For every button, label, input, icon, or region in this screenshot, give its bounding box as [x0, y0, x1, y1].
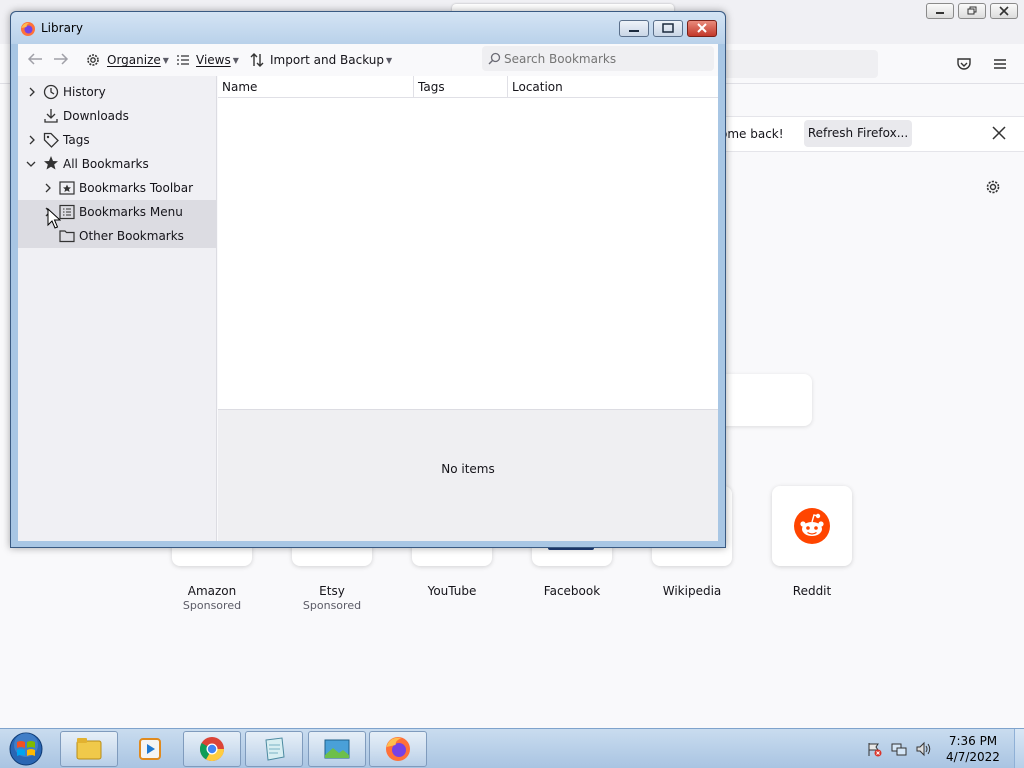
sidebar-item-downloads[interactable]: Downloads	[18, 104, 217, 128]
close-icon[interactable]	[990, 124, 1008, 142]
forward-arrow-icon[interactable]	[53, 52, 69, 66]
download-icon	[44, 109, 58, 123]
site-name: Facebook	[543, 584, 601, 598]
show-desktop-button[interactable]	[1014, 729, 1024, 768]
clock-time: 7:36 PM	[948, 734, 998, 748]
mouse-cursor-icon	[47, 208, 61, 229]
bookmarks-menu-icon	[59, 204, 75, 220]
notification-text: ome back!	[720, 127, 784, 141]
gear-icon[interactable]	[984, 178, 1002, 196]
taskbar-notepad[interactable]	[245, 731, 303, 767]
import-export-arrows-icon	[250, 53, 264, 67]
site-name: Etsy	[319, 584, 345, 598]
menu-hamburger-icon[interactable]	[992, 56, 1008, 72]
column-header-location[interactable]: Location	[508, 76, 718, 98]
notepad-icon	[265, 737, 285, 761]
sidebar-item-label: Downloads	[63, 109, 129, 123]
firefox-icon	[386, 737, 410, 761]
sidebar-item-bookmarks-toolbar[interactable]: Bookmarks Toolbar	[18, 176, 217, 200]
clock-icon	[43, 84, 59, 100]
action-center-flag-icon[interactable]	[866, 741, 882, 757]
back-arrow-icon[interactable]	[27, 52, 43, 66]
chevron-right-icon[interactable]	[27, 135, 37, 145]
library-window: Library Organize ▼ Views ▼ Import and Ba…	[10, 11, 726, 548]
tag-icon	[43, 132, 59, 148]
chevron-down-icon: ▼	[162, 55, 169, 65]
views-label: Views	[196, 53, 231, 67]
firefox-url-bar[interactable]	[700, 50, 878, 78]
bookmarks-toolbar-icon	[59, 181, 75, 195]
network-icon[interactable]	[891, 741, 907, 757]
site-name: Reddit	[792, 584, 832, 598]
refresh-firefox-button[interactable]: Refresh Firefox...	[804, 120, 912, 147]
site-name: YouTube	[427, 584, 477, 598]
library-client: Organize ▼ Views ▼ Import and Backup ▼ S…	[18, 44, 718, 541]
start-button-icon[interactable]	[6, 731, 46, 767]
sidebar-item-label: Tags	[63, 133, 90, 147]
import-backup-menu-button[interactable]: Import and Backup ▼	[250, 51, 392, 69]
details-pane: No items	[218, 409, 718, 541]
sidebar-item-label: History	[63, 85, 106, 99]
sidebar-item-tags[interactable]: Tags	[18, 128, 217, 152]
list-icon	[177, 55, 189, 65]
library-minimize-button[interactable]	[619, 20, 649, 37]
taskbar-explorer[interactable]	[60, 731, 118, 767]
site-sponsored-label: Sponsored	[182, 599, 242, 612]
chevron-down-icon[interactable]	[26, 159, 36, 169]
sidebar-item-label: Bookmarks Toolbar	[79, 181, 194, 195]
taskbar-image-viewer[interactable]	[308, 731, 366, 767]
library-titlebar[interactable]: Library	[11, 12, 725, 44]
reddit-logo-icon	[794, 508, 830, 544]
library-maximize-button[interactable]	[653, 20, 683, 37]
firefox-minimize-button[interactable]	[926, 3, 954, 19]
volume-icon[interactable]	[915, 741, 931, 757]
column-header-tags[interactable]: Tags	[414, 76, 508, 98]
firefox-restore-button[interactable]	[958, 3, 986, 19]
site-name: Amazon	[187, 584, 237, 598]
system-clock[interactable]: 7:36 PM 4/7/2022	[940, 733, 1006, 765]
firefox-close-button[interactable]	[990, 3, 1018, 19]
sidebar-item-history[interactable]: History	[18, 80, 217, 104]
views-menu-button[interactable]: Views ▼	[176, 51, 239, 69]
folder-icon	[59, 230, 75, 243]
sidebar-item-label: All Bookmarks	[63, 157, 149, 171]
search-bookmarks-input[interactable]	[482, 46, 714, 71]
chevron-down-icon: ▼	[232, 55, 239, 65]
pocket-icon[interactable]	[956, 56, 972, 72]
firefox-logo-icon	[21, 22, 35, 36]
top-site-reddit[interactable]: Reddit	[772, 486, 852, 598]
organize-label: Organize	[107, 53, 161, 67]
windows-taskbar: 7:36 PM 4/7/2022	[0, 728, 1024, 768]
sidebar-item-label: Bookmarks Menu	[79, 205, 183, 219]
chevron-right-icon[interactable]	[43, 183, 53, 193]
star-icon	[44, 156, 58, 170]
taskbar-media-player[interactable]	[121, 731, 179, 767]
library-sidebar-tree: History Downloads Tags All Bookmarks Boo…	[18, 76, 217, 541]
search-icon	[488, 52, 501, 65]
site-sponsored-label: Sponsored	[302, 599, 362, 612]
no-items-text: No items	[441, 462, 495, 476]
taskbar-firefox[interactable]	[369, 731, 427, 767]
clock-date: 4/7/2022	[946, 750, 1000, 764]
folder-icon	[76, 738, 102, 760]
image-viewer-icon	[324, 739, 350, 759]
media-player-icon	[139, 738, 161, 760]
import-backup-label: Import and Backup	[270, 53, 385, 67]
column-header-name[interactable]: Name	[218, 76, 414, 98]
library-close-button[interactable]	[687, 20, 717, 37]
organize-menu-button[interactable]: Organize ▼	[85, 51, 169, 69]
chrome-icon	[199, 737, 224, 762]
gear-icon	[87, 54, 99, 66]
site-name: Wikipedia	[662, 584, 722, 598]
sidebar-item-label: Other Bookmarks	[79, 229, 184, 243]
taskbar-chrome[interactable]	[183, 731, 241, 767]
chevron-down-icon: ▼	[386, 55, 393, 65]
library-toolbar: Organize ▼ Views ▼ Import and Backup ▼	[18, 44, 718, 74]
site-card	[772, 486, 852, 566]
sidebar-item-all-bookmarks[interactable]: All Bookmarks	[18, 152, 217, 176]
library-title: Library	[41, 21, 83, 35]
chevron-right-icon[interactable]	[27, 87, 37, 97]
